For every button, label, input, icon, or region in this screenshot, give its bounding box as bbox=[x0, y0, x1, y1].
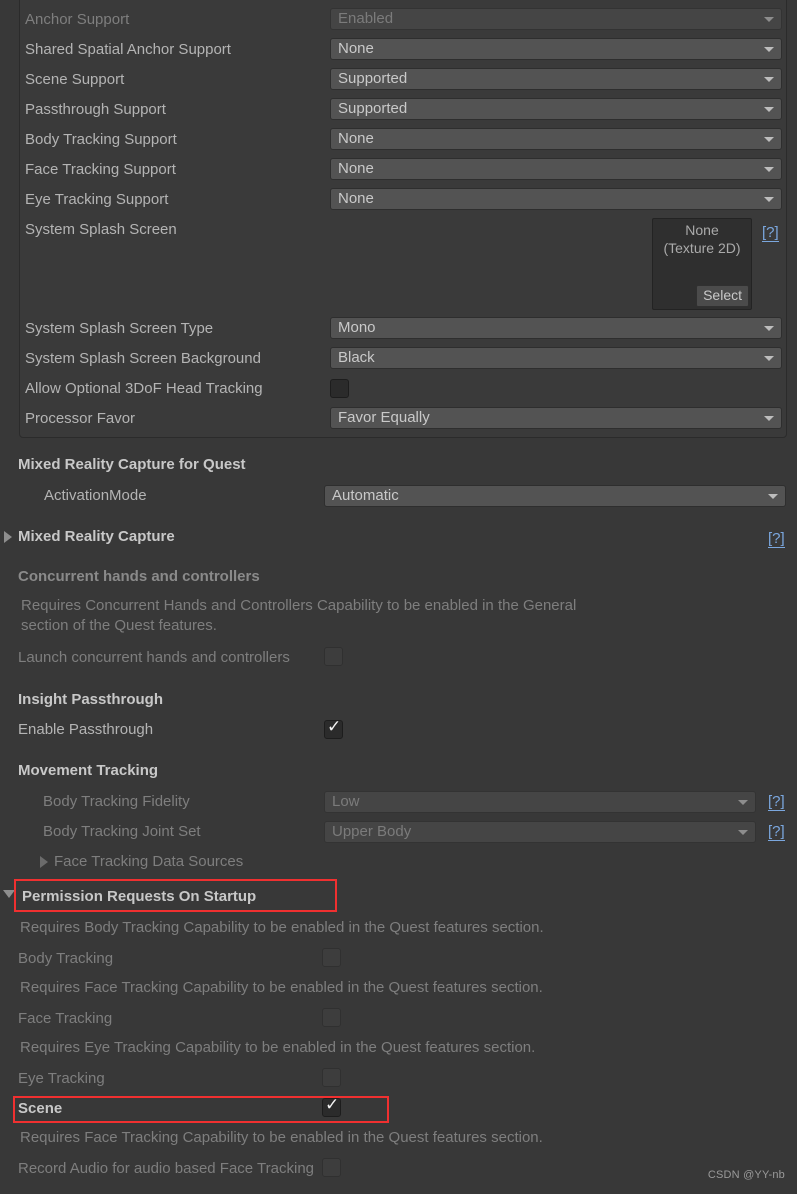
note-scene-permission: Requires Face Tracking Capability to be … bbox=[20, 1129, 543, 1146]
label-permission-record-audio: Record Audio for audio based Face Tracki… bbox=[18, 1160, 315, 1177]
note-face-tracking-permission: Requires Face Tracking Capability to be … bbox=[20, 979, 543, 996]
chevron-down-icon bbox=[764, 167, 774, 172]
dropdown-activation-mode-value: Automatic bbox=[332, 487, 399, 504]
note-body-tracking-permission: Requires Body Tracking Capability to be … bbox=[20, 919, 544, 936]
dropdown-scene-support-value: Supported bbox=[338, 70, 408, 87]
checkbox-permission-scene[interactable]: ✓ bbox=[322, 1095, 341, 1117]
dropdown-splash-type-value: Mono bbox=[338, 319, 376, 336]
label-system-splash-screen: System Splash Screen bbox=[25, 221, 177, 238]
dropdown-anchor-support-value: Enabled bbox=[338, 10, 394, 27]
heading-insight-passthrough: Insight Passthrough bbox=[18, 691, 164, 708]
label-anchor-support: Anchor Support bbox=[25, 11, 130, 28]
texture-field-type: (Texture 2D) bbox=[663, 240, 741, 256]
chevron-down-icon bbox=[764, 356, 774, 361]
help-icon-splash-screen[interactable]: [?] bbox=[762, 225, 779, 242]
chevron-down-icon bbox=[764, 47, 774, 52]
dropdown-system-splash-screen-background[interactable]: Black bbox=[330, 347, 782, 369]
select-button[interactable]: Select bbox=[696, 285, 749, 307]
chevron-down-icon bbox=[764, 416, 774, 421]
foldout-face-tracking-data-sources[interactable]: Face Tracking Data Sources bbox=[54, 853, 243, 870]
chevron-down-icon bbox=[764, 17, 774, 22]
heading-concurrent-hands-and-controllers: Concurrent hands and controllers bbox=[18, 568, 260, 585]
label-activation-mode: ActivationMode bbox=[44, 487, 147, 504]
foldout-arrow-permission-requests-on-startup[interactable] bbox=[3, 890, 15, 898]
dropdown-face-tracking-support[interactable]: None bbox=[330, 158, 782, 180]
chevron-down-icon bbox=[764, 137, 774, 142]
checkbox-enable-passthrough[interactable]: ✓ bbox=[324, 717, 343, 739]
dropdown-processor-favor-value: Favor Equally bbox=[338, 409, 430, 426]
dropdown-body-tracking-fidelity[interactable]: Low bbox=[324, 791, 756, 813]
foldout-permission-requests-on-startup[interactable]: Permission Requests On Startup bbox=[22, 888, 256, 905]
help-icon-body-tracking-fidelity[interactable]: [?] bbox=[768, 794, 785, 811]
dropdown-passthrough-support-value: Supported bbox=[338, 100, 408, 117]
label-body-tracking-joint-set: Body Tracking Joint Set bbox=[43, 823, 201, 840]
help-icon-mixed-reality-capture[interactable]: [?] bbox=[768, 531, 785, 548]
chevron-down-icon bbox=[764, 77, 774, 82]
checkbox-permission-eye-tracking[interactable] bbox=[322, 1068, 341, 1087]
dropdown-eye-tracking-support-value: None bbox=[338, 190, 374, 207]
dropdown-scene-support[interactable]: Supported bbox=[330, 68, 782, 90]
label-body-tracking-support: Body Tracking Support bbox=[25, 131, 177, 148]
chevron-down-icon bbox=[764, 326, 774, 331]
heading-movement-tracking: Movement Tracking bbox=[18, 762, 159, 779]
watermark: CSDN @YY-nb bbox=[707, 1169, 785, 1181]
checkmark-icon: ✓ bbox=[325, 1095, 340, 1115]
label-permission-face-tracking: Face Tracking bbox=[18, 1010, 113, 1027]
dropdown-passthrough-support[interactable]: Supported bbox=[330, 98, 782, 120]
note-concurrent-line2: section of the Quest features. bbox=[21, 617, 217, 634]
checkmark-icon: ✓ bbox=[327, 717, 342, 737]
chevron-down-icon bbox=[764, 197, 774, 202]
dropdown-system-splash-screen-type[interactable]: Mono bbox=[330, 317, 782, 339]
label-scene-support: Scene Support bbox=[25, 71, 125, 88]
dropdown-splash-bg-value: Black bbox=[338, 349, 375, 366]
help-icon-body-tracking-joint-set[interactable]: [?] bbox=[768, 824, 785, 841]
label-shared-spatial-anchor-support: Shared Spatial Anchor Support bbox=[25, 41, 231, 58]
label-launch-concurrent-hands-and-controllers: Launch concurrent hands and controllers bbox=[18, 649, 290, 666]
dropdown-shared-spatial-anchor-support-value: None bbox=[338, 40, 374, 57]
dropdown-body-tracking-joint-set[interactable]: Upper Body bbox=[324, 821, 756, 843]
dropdown-activation-mode[interactable]: Automatic bbox=[324, 485, 786, 507]
label-eye-tracking-support: Eye Tracking Support bbox=[25, 191, 169, 208]
foldout-arrow-face-tracking-data-sources[interactable] bbox=[40, 856, 48, 868]
note-concurrent-line1: Requires Concurrent Hands and Controller… bbox=[21, 597, 577, 614]
checkbox-allow-optional-3dof-head-tracking[interactable] bbox=[330, 379, 349, 398]
dropdown-body-tracking-support[interactable]: None bbox=[330, 128, 782, 150]
label-system-splash-screen-type: System Splash Screen Type bbox=[25, 320, 214, 337]
dropdown-face-tracking-support-value: None bbox=[338, 160, 374, 177]
label-allow-optional-3dof-head-tracking: Allow Optional 3DoF Head Tracking bbox=[25, 380, 263, 397]
texture-field-value: None bbox=[685, 222, 719, 238]
checkbox-permission-face-tracking[interactable] bbox=[322, 1008, 341, 1027]
checkbox-permission-body-tracking[interactable] bbox=[322, 948, 341, 967]
unity-inspector-panel: Anchor Support Enabled Shared Spatial An… bbox=[0, 0, 797, 1194]
dropdown-body-tracking-support-value: None bbox=[338, 130, 374, 147]
checkbox-launch-concurrent-hands-and-controllers[interactable] bbox=[324, 647, 343, 666]
dropdown-body-tracking-fidelity-value: Low bbox=[332, 793, 360, 810]
dropdown-processor-favor[interactable]: Favor Equally bbox=[330, 407, 782, 429]
chevron-down-icon bbox=[738, 830, 748, 835]
chevron-down-icon bbox=[764, 107, 774, 112]
dropdown-shared-spatial-anchor-support[interactable]: None bbox=[330, 38, 782, 60]
chevron-down-icon bbox=[738, 800, 748, 805]
chevron-down-icon bbox=[768, 494, 778, 499]
heading-mixed-reality-capture-for-quest: Mixed Reality Capture for Quest bbox=[18, 456, 246, 473]
foldout-mixed-reality-capture[interactable]: Mixed Reality Capture bbox=[18, 528, 175, 545]
dropdown-eye-tracking-support[interactable]: None bbox=[330, 188, 782, 210]
texture-object-field-splash-screen[interactable]: None (Texture 2D) Select bbox=[652, 218, 752, 310]
label-permission-body-tracking: Body Tracking bbox=[18, 950, 114, 967]
label-passthrough-support: Passthrough Support bbox=[25, 101, 166, 118]
dropdown-body-tracking-joint-set-value: Upper Body bbox=[332, 823, 412, 840]
label-face-tracking-support: Face Tracking Support bbox=[25, 161, 176, 178]
label-permission-eye-tracking: Eye Tracking bbox=[18, 1070, 105, 1087]
foldout-arrow-mixed-reality-capture[interactable] bbox=[4, 531, 12, 543]
label-enable-passthrough: Enable Passthrough bbox=[18, 721, 154, 738]
label-system-splash-screen-background: System Splash Screen Background bbox=[25, 350, 261, 367]
dropdown-anchor-support[interactable]: Enabled bbox=[330, 8, 782, 30]
label-processor-favor: Processor Favor bbox=[25, 410, 136, 427]
label-permission-scene: Scene bbox=[18, 1100, 63, 1117]
label-body-tracking-fidelity: Body Tracking Fidelity bbox=[43, 793, 190, 810]
note-eye-tracking-permission: Requires Eye Tracking Capability to be e… bbox=[20, 1039, 536, 1056]
checkbox-permission-record-audio[interactable] bbox=[322, 1158, 341, 1177]
